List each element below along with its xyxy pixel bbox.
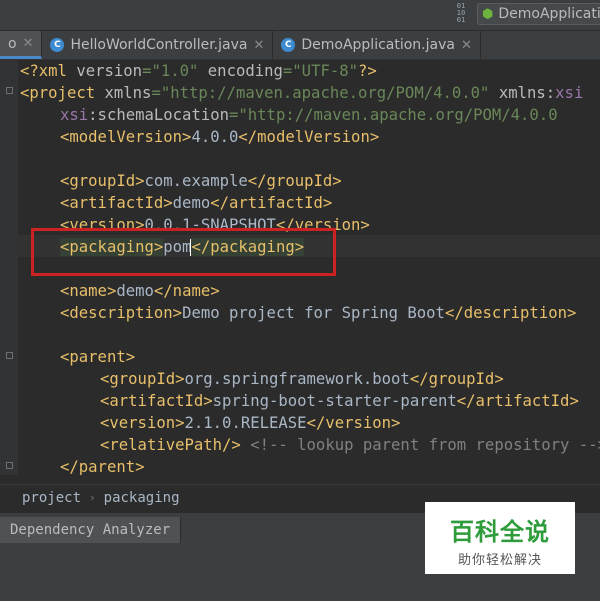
code-line: <name>demo</name> <box>60 282 220 300</box>
tab-demoapplication[interactable]: C DemoApplication.java ✕ <box>273 31 481 59</box>
binary-icon[interactable]: 01 10 01 <box>453 3 469 25</box>
fold-marker-icon[interactable] <box>6 352 13 359</box>
class-c-icon: C <box>50 38 65 52</box>
code-line: <artifactId>spring-boot-starter-parent</… <box>100 392 579 410</box>
close-icon[interactable]: ✕ <box>461 38 472 53</box>
code-line: <?xml version="1.0" encoding="UTF-8"?> <box>20 62 377 80</box>
top-toolbar: 011001 ⬢ DemoApplication <box>0 0 600 31</box>
code-line: xsi:schemaLocation="http://maven.apache.… <box>60 106 558 124</box>
tab-label: HelloWorldController.java <box>70 37 248 53</box>
code-line: <relativePath/> <!-- lookup parent from … <box>100 436 600 454</box>
run-config-label: DemoApplication <box>498 6 600 22</box>
fold-marker-icon[interactable] <box>6 462 13 469</box>
code-line: <parent> <box>60 348 136 366</box>
close-icon[interactable]: ✕ <box>253 38 264 53</box>
code-line: <groupId>org.springframework.boot</group… <box>100 370 504 388</box>
code-line: <version>2.1.0.RELEASE</version> <box>100 414 401 432</box>
chevron-right-icon: › <box>89 491 96 504</box>
watermark-title: 百科全说 <box>450 518 550 546</box>
watermark-subtitle: 助你轻松解决 <box>457 553 542 568</box>
annotation-highlight-box <box>31 228 336 276</box>
breadcrumb-item-project[interactable]: project <box>22 490 81 506</box>
code-line: <project xmlns="http://maven.apache.org/… <box>20 84 584 102</box>
code-line: <modelVersion>4.0.0</modelVersion> <box>60 128 380 146</box>
code-line: </parent> <box>60 458 145 475</box>
close-icon[interactable]: ✕ <box>23 36 34 51</box>
editor-gutter <box>0 60 18 475</box>
breadcrumb-item-packaging[interactable]: packaging <box>104 490 180 506</box>
tab-dependency-analyzer[interactable]: Dependency Analyzer <box>0 517 182 543</box>
editor-tabs: o ✕ C HelloWorldController.java ✕ C Demo… <box>0 31 600 60</box>
tab-label: o <box>8 35 17 52</box>
spring-boot-icon: ⬢ <box>482 6 494 22</box>
code-line: <groupId>com.example</groupId> <box>60 172 342 190</box>
tab-pom[interactable]: o ✕ <box>0 31 43 59</box>
watermark-logo: 百科全说 助你轻松解决 <box>425 502 575 574</box>
fold-marker-icon[interactable] <box>6 87 13 94</box>
code-line: <artifactId>demo</artifactId> <box>60 194 333 212</box>
code-line: <description>Demo project for Spring Boo… <box>60 304 577 322</box>
run-configuration-selector[interactable]: ⬢ DemoApplication <box>477 3 600 25</box>
tab-helloworldcontroller[interactable]: C HelloWorldController.java ✕ <box>42 31 274 59</box>
class-c-icon: C <box>281 38 296 52</box>
tab-label: DemoApplication.java <box>301 37 455 53</box>
